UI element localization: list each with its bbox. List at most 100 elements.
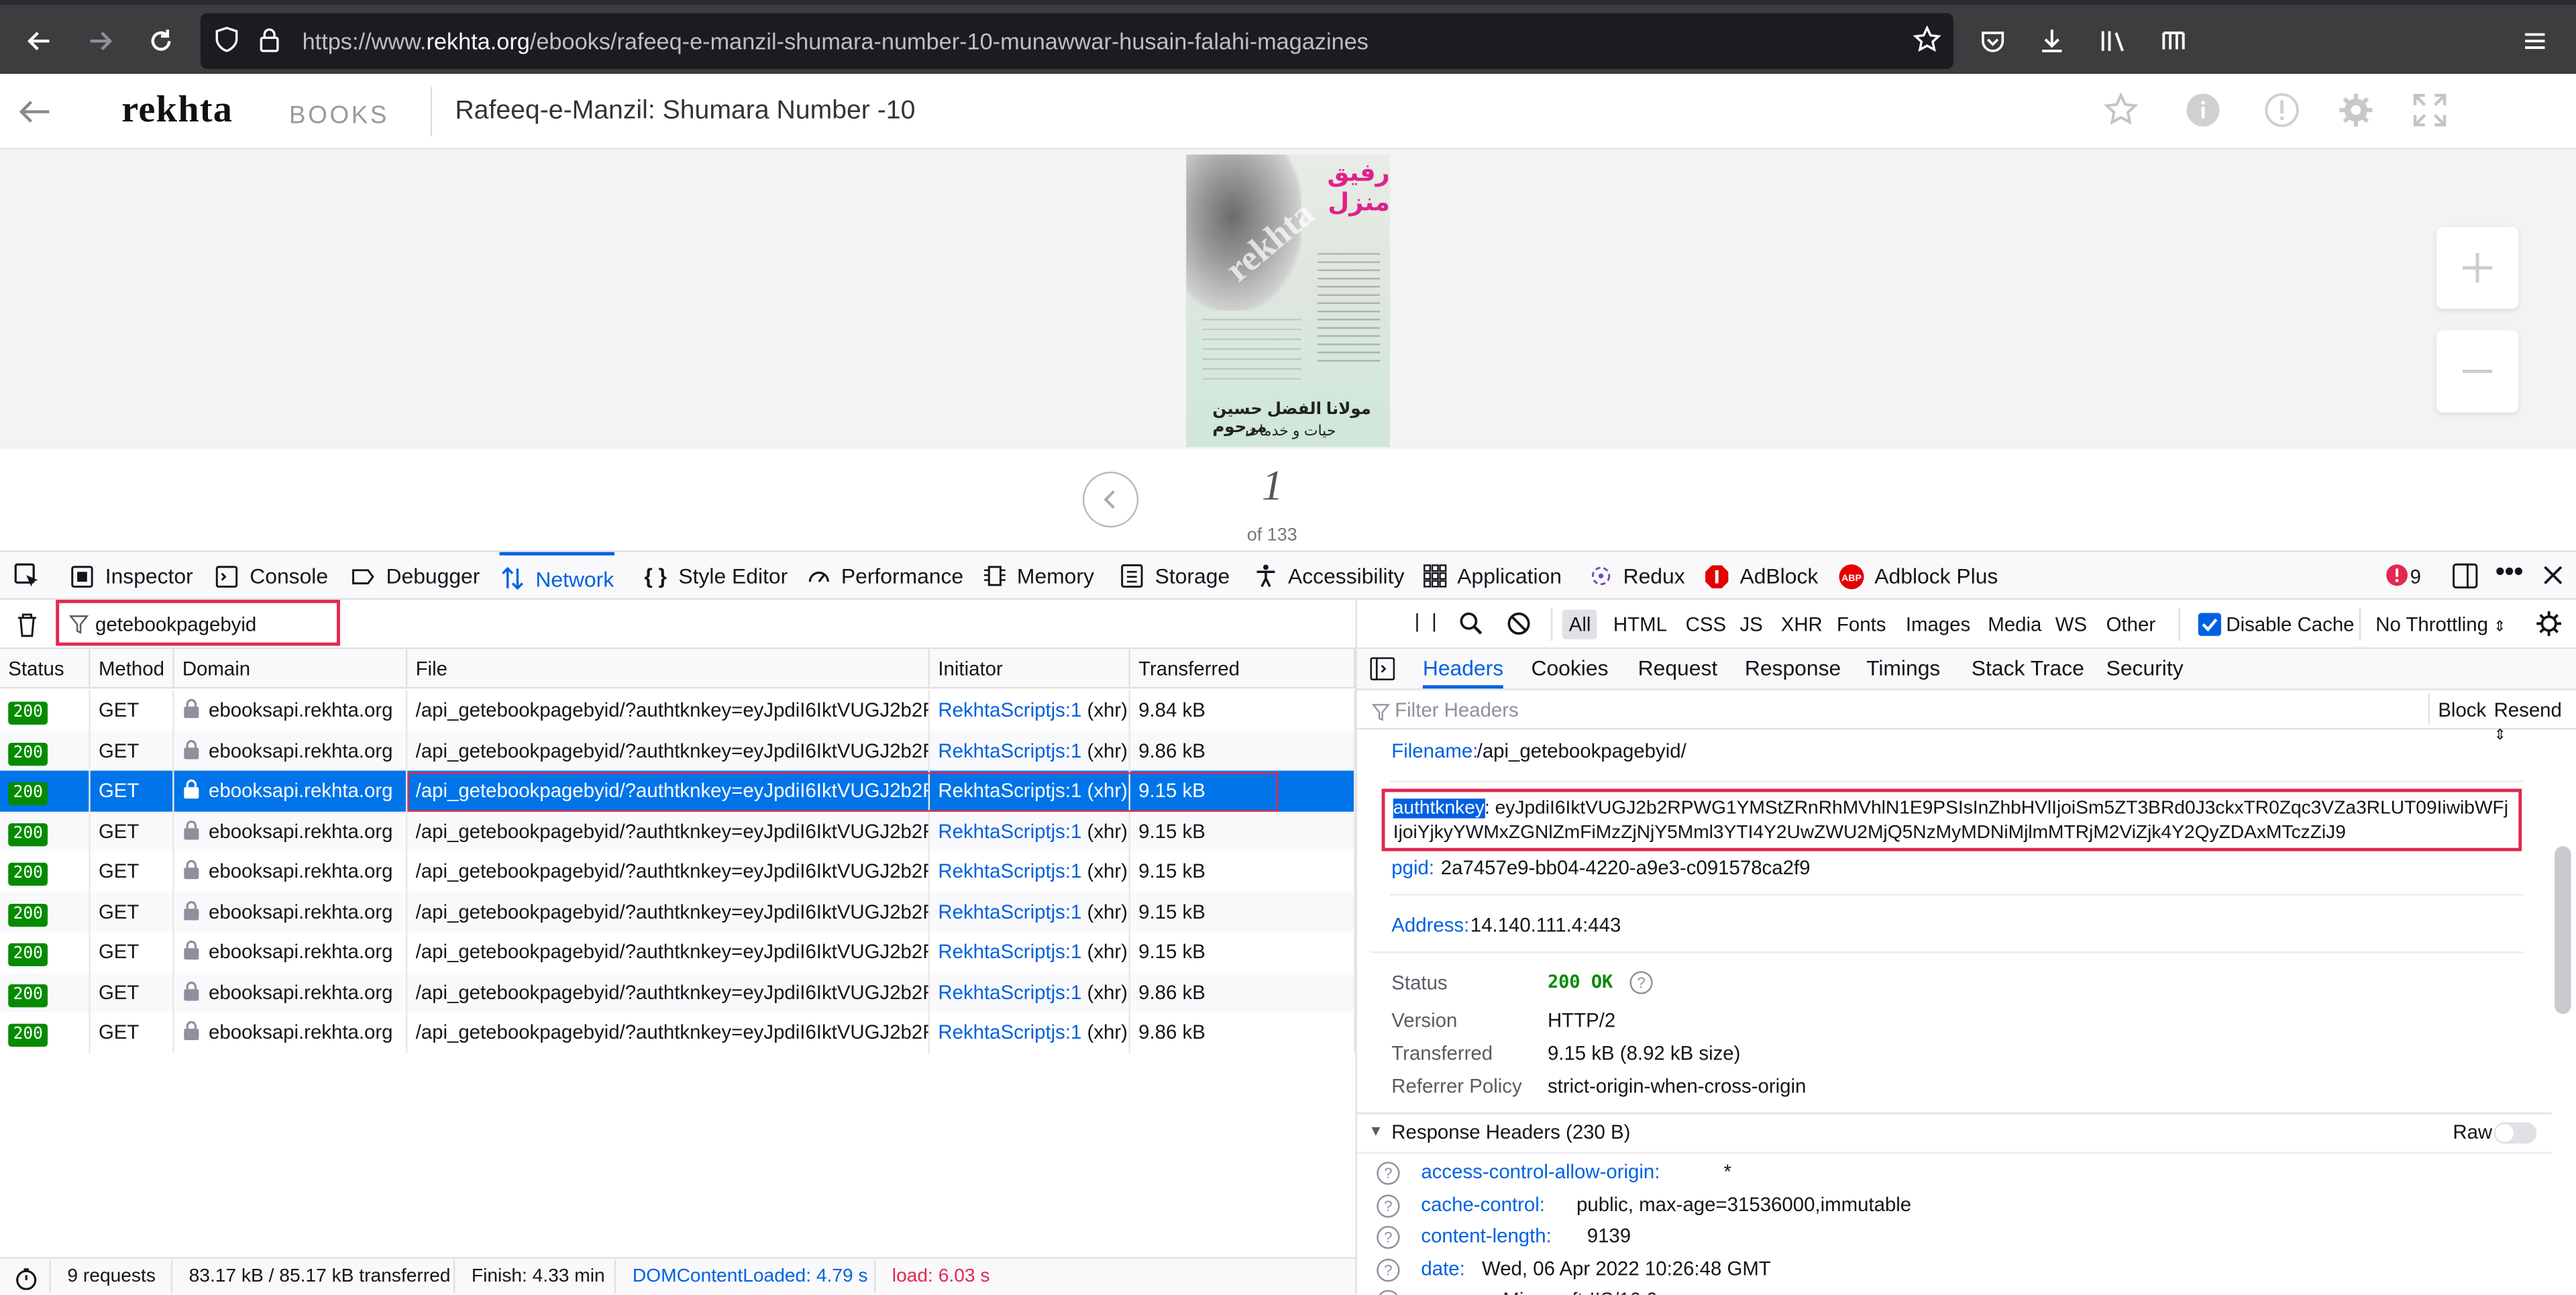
expand-triangle-icon[interactable]: ▼: [1368, 1123, 1383, 1139]
pocket-icon[interactable]: [1966, 15, 2019, 67]
tab-headers[interactable]: Headers: [1422, 649, 1504, 689]
tab-adblock-plus[interactable]: ABP Adblock Plus: [1838, 552, 1998, 600]
reload-icon[interactable]: [135, 15, 187, 67]
table-row[interactable]: 200 GET ebooksapi.rekhta.org/api_getebookp…: [0, 931, 1356, 972]
filter-xhr[interactable]: XHR: [1774, 610, 1829, 639]
zoom-out-button[interactable]: [2436, 330, 2519, 413]
query-param-authtknkey[interactable]: authtknkey: eyJpdiI6IktVUGJ2b2RPWG1YMStZ…: [1393, 797, 2510, 846]
tab-accessibility[interactable]: Accessibility: [1252, 552, 1404, 600]
extension-icon[interactable]: [2147, 15, 2200, 67]
zoom-in-button[interactable]: [2436, 226, 2519, 309]
status-help-icon[interactable]: ?: [1629, 971, 1653, 994]
column-initiator[interactable]: Initiator: [930, 649, 1130, 689]
table-row[interactable]: 200 GET ebooksapi.rekhta.org/api_getebookp…: [0, 891, 1356, 932]
hamburger-menu-icon[interactable]: [2509, 15, 2561, 67]
settings-gear-icon[interactable]: [2338, 92, 2374, 136]
tab-request[interactable]: Request: [1638, 649, 1718, 688]
header-help-icon[interactable]: ?: [1377, 1194, 1400, 1217]
initiator-link[interactable]: RekhtaScriptjs:1: [938, 739, 1081, 762]
rekhta-logo[interactable]: rekhta: [121, 89, 233, 132]
tab-console[interactable]: Console: [213, 552, 328, 600]
table-row[interactable]: 200 GET ebooksapi.rekhta.org/api_getebookp…: [0, 811, 1356, 851]
report-icon[interactable]: [2264, 92, 2300, 136]
library-icon[interactable]: [2086, 15, 2139, 67]
favorite-star-icon[interactable]: [2103, 92, 2139, 136]
header-help-icon[interactable]: ?: [1377, 1290, 1400, 1295]
header-help-icon[interactable]: ?: [1377, 1225, 1400, 1249]
error-count[interactable]: 9: [2410, 565, 2421, 588]
dock-side-icon[interactable]: [2451, 562, 2479, 599]
search-icon[interactable]: [1459, 611, 1484, 644]
url-filter-box[interactable]: getebookpagebyid: [56, 599, 340, 646]
initiator-link[interactable]: RekhtaScriptjs:1: [938, 860, 1081, 882]
header-help-icon[interactable]: ?: [1377, 1257, 1400, 1281]
trash-icon[interactable]: [15, 611, 40, 645]
table-row-selected[interactable]: 200 GET ebooksapi.rekhta.org/api_getebookp…: [0, 770, 1356, 811]
more-options-icon[interactable]: •••: [2496, 559, 2523, 588]
bookmark-star-icon[interactable]: [1913, 25, 1942, 59]
tab-stack-trace[interactable]: Stack Trace: [1972, 649, 2084, 688]
back-icon[interactable]: [13, 15, 66, 67]
url-filter-input[interactable]: getebookpagebyid: [95, 613, 256, 635]
table-row[interactable]: 200 GET ebooksapi.rekhta.org/api_getebookp…: [0, 690, 1356, 731]
tab-timings[interactable]: Timings: [1866, 649, 1940, 688]
column-method[interactable]: Method: [91, 649, 174, 689]
column-file[interactable]: File: [407, 649, 930, 689]
disable-cache-checkbox[interactable]: [2198, 613, 2222, 636]
tab-response[interactable]: Response: [1745, 649, 1841, 688]
stopwatch-icon[interactable]: [15, 1267, 38, 1295]
disable-cache-label[interactable]: Disable Cache: [2226, 613, 2354, 635]
fullscreen-icon[interactable]: [2412, 92, 2448, 136]
info-icon[interactable]: [2185, 92, 2221, 136]
tab-network[interactable]: Network: [499, 552, 614, 601]
url-text[interactable]: https://www.rekhta.org/ebooks/rafeeq-e-m…: [303, 28, 1368, 54]
tab-security[interactable]: Security: [2106, 649, 2184, 688]
tab-storage[interactable]: Storage: [1119, 552, 1230, 600]
tab-inspector[interactable]: Inspector: [69, 552, 193, 600]
resend-button[interactable]: Resend ⇕: [2494, 698, 2576, 745]
filter-ws[interactable]: WS: [2049, 610, 2094, 639]
page-number-input[interactable]: 1: [1262, 462, 1283, 511]
table-row[interactable]: 200 GET ebooksapi.rekhta.org/api_getebookp…: [0, 851, 1356, 892]
tab-style-editor[interactable]: { } Style Editor: [643, 552, 788, 600]
header-help-icon[interactable]: ?: [1377, 1161, 1400, 1185]
block-button[interactable]: Block: [2438, 698, 2486, 721]
filter-html[interactable]: HTML: [1607, 610, 1674, 639]
filter-headers-input[interactable]: Filter Headers: [1395, 698, 1519, 721]
url-bar[interactable]: https://www.rekhta.org/ebooks/rafeeq-e-m…: [200, 13, 1953, 69]
book-page-image[interactable]: رفیق منزل rekhta مولانا الفضل حسین مرحوم…: [1186, 154, 1390, 448]
initiator-link[interactable]: RekhtaScriptjs:1: [938, 698, 1081, 721]
raw-toggle[interactable]: [2493, 1122, 2537, 1144]
initiator-link[interactable]: RekhtaScriptjs:1: [938, 779, 1081, 802]
tab-performance[interactable]: Performance: [805, 552, 963, 600]
tab-application[interactable]: Application: [1421, 552, 1562, 600]
tab-cookies[interactable]: Cookies: [1531, 649, 1608, 688]
tab-debugger[interactable]: Debugger: [350, 552, 480, 600]
table-row[interactable]: 200 GET ebooksapi.rekhta.org/api_getebookp…: [0, 730, 1356, 771]
initiator-link[interactable]: RekhtaScriptjs:1: [938, 940, 1081, 963]
pause-icon[interactable]: | |: [1415, 610, 1440, 633]
close-devtools-icon[interactable]: [2542, 564, 2565, 595]
initiator-link[interactable]: RekhtaScriptjs:1: [938, 980, 1081, 1003]
filter-images[interactable]: Images: [1899, 610, 1977, 639]
block-url-icon[interactable]: [1507, 611, 1532, 644]
tab-redux[interactable]: Redux: [1587, 552, 1685, 600]
tracking-protection-icon[interactable]: [213, 26, 239, 58]
filter-media[interactable]: Media: [1981, 610, 2048, 639]
column-transferred[interactable]: Transferred: [1130, 649, 1356, 689]
table-row[interactable]: 200 GET ebooksapi.rekhta.org/api_getebookp…: [0, 972, 1356, 1013]
column-status[interactable]: Status: [0, 649, 91, 689]
lock-icon[interactable]: [256, 26, 282, 58]
back-arrow-icon[interactable]: [16, 95, 52, 136]
response-headers-title[interactable]: Response Headers (230 B): [1391, 1121, 1630, 1143]
initiator-link[interactable]: RekhtaScriptjs:1: [938, 900, 1081, 923]
column-domain[interactable]: Domain: [174, 649, 408, 689]
table-row[interactable]: 200 GET ebooksapi.rekhta.org/api_getebookp…: [0, 1012, 1356, 1053]
initiator-link[interactable]: RekhtaScriptjs:1: [938, 819, 1081, 842]
details-scrollbar[interactable]: [2555, 846, 2571, 1015]
tab-memory[interactable]: Memory: [981, 552, 1094, 600]
filter-css[interactable]: CSS: [1679, 610, 1733, 639]
throttling-select[interactable]: No Throttling ⇕: [2375, 613, 2506, 635]
toggle-sidebar-icon[interactable]: [1370, 657, 1395, 689]
filter-other[interactable]: Other: [2100, 610, 2162, 639]
